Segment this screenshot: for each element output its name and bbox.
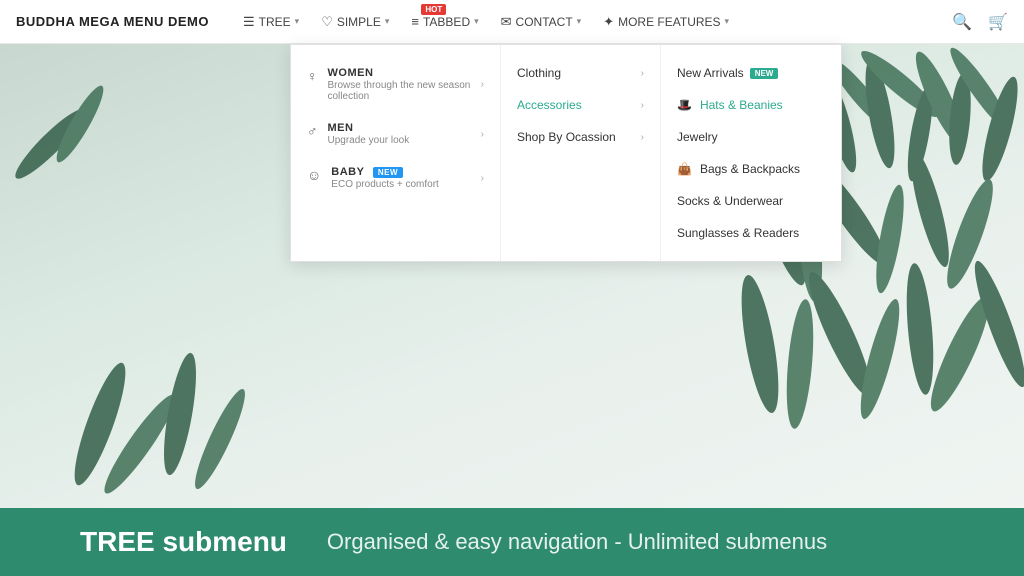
nav-more-label: MORE FEATURES (618, 15, 720, 29)
bag-icon: 👜 (677, 162, 692, 176)
nav-tabbed-label: TABBED (423, 15, 470, 29)
header: BUDDHA MEGA MENU DEMO ☰ TREE ▾ ♡ SIMPLE … (0, 0, 1024, 44)
third-item-socks[interactable]: Socks & Underwear (661, 185, 841, 217)
tree-item-baby[interactable]: ☺ BABY NEW ECO products + comfort › (291, 156, 500, 200)
third-item-jewelry[interactable]: Jewelry (661, 121, 841, 153)
heart-icon: ♡ (321, 14, 333, 30)
nav-item-contact[interactable]: ✉ CONTACT ▾ (491, 0, 592, 44)
accessories-label: Accessories (517, 98, 582, 112)
tree-item-women[interactable]: ♀ WOMEN Browse through the new season co… (291, 57, 500, 112)
contact-chevron: ▾ (577, 16, 582, 27)
tree-chevron: ▾ (295, 16, 300, 27)
third-item-sunglasses[interactable]: Sunglasses & Readers (661, 217, 841, 249)
women-arrow: › (481, 79, 484, 90)
tabbed-chevron: ▾ (474, 16, 479, 27)
women-title: WOMEN (328, 67, 471, 79)
tree-item-men[interactable]: ♂ MEN Upgrade your look › (291, 112, 500, 156)
third-item-new-arrivals[interactable]: New Arrivals NEW (661, 57, 841, 89)
nav-item-tree[interactable]: ☰ TREE ▾ (233, 0, 309, 44)
nav-contact-label: CONTACT (516, 15, 573, 29)
search-icon[interactable]: 🔍 (952, 12, 972, 32)
baby-sub: ECO products + comfort (331, 179, 439, 190)
baby-icon: ☺ (307, 167, 321, 183)
men-sub: Upgrade your look (328, 135, 410, 146)
bags-label: Bags & Backpacks (700, 162, 800, 176)
main-nav: ☰ TREE ▾ ♡ SIMPLE ▾ HOT ≡ TABBED ▾ ✉ CON… (233, 0, 952, 44)
tree-icon: ☰ (243, 14, 255, 30)
hat-icon: 🎩 (677, 98, 692, 112)
men-title: MEN (328, 122, 410, 134)
bottom-description: Organised & easy navigation - Unlimited … (327, 529, 827, 555)
nav-item-simple[interactable]: ♡ SIMPLE ▾ (311, 0, 399, 44)
baby-title: BABY NEW (331, 166, 439, 178)
hot-badge: HOT (421, 4, 446, 15)
shop-arrow: › (641, 132, 644, 143)
socks-label: Socks & Underwear (677, 194, 783, 208)
women-icon: ♀ (307, 68, 318, 84)
men-arrow: › (481, 129, 484, 140)
second-item-shop[interactable]: Shop By Ocassion › (501, 121, 660, 153)
header-right: 🔍 🛒 (952, 12, 1008, 32)
simple-chevron: ▾ (385, 16, 390, 27)
cart-icon[interactable]: 🛒 (988, 12, 1008, 32)
nav-simple-label: SIMPLE (337, 15, 381, 29)
new-arrivals-label: New Arrivals (677, 66, 744, 80)
second-item-accessories[interactable]: Accessories › (501, 89, 660, 121)
nav-item-tabbed[interactable]: HOT ≡ TABBED ▾ (401, 0, 488, 44)
more-chevron: ▾ (725, 16, 730, 27)
baby-content: BABY NEW ECO products + comfort (331, 166, 439, 190)
men-icon: ♂ (307, 123, 318, 139)
baby-arrow: › (481, 173, 484, 184)
nav-item-more[interactable]: ✦ MORE FEATURES ▾ (593, 0, 739, 44)
tree-level1-panel: ♀ WOMEN Browse through the new season co… (291, 45, 501, 261)
clothing-label: Clothing (517, 66, 561, 80)
tree-level2-panel: Clothing › Accessories › Shop By Ocassio… (501, 45, 661, 261)
shop-label: Shop By Ocassion (517, 130, 616, 144)
baby-badge: NEW (373, 167, 403, 178)
accessories-arrow: › (641, 100, 644, 111)
bottom-bar: TREE submenu Organised & easy navigation… (0, 508, 1024, 576)
third-item-bags[interactable]: 👜 Bags & Backpacks (661, 153, 841, 185)
sunglasses-label: Sunglasses & Readers (677, 226, 799, 240)
hats-label: Hats & Beanies (700, 98, 783, 112)
third-item-hats[interactable]: 🎩 Hats & Beanies (661, 89, 841, 121)
tabbed-icon: ≡ (411, 14, 419, 29)
tree-level3-panel: New Arrivals NEW 🎩 Hats & Beanies Jewelr… (661, 45, 841, 261)
women-content: WOMEN Browse through the new season coll… (328, 67, 471, 102)
women-sub: Browse through the new season collection (328, 80, 471, 102)
new-arrivals-badge: NEW (750, 68, 779, 79)
clothing-arrow: › (641, 68, 644, 79)
tree-dropdown: ♀ WOMEN Browse through the new season co… (290, 44, 842, 262)
bottom-title: TREE submenu (80, 526, 287, 558)
star-icon: ✦ (603, 14, 614, 30)
second-item-clothing[interactable]: Clothing › (501, 57, 660, 89)
nav-tree-label: TREE (259, 15, 291, 29)
men-content: MEN Upgrade your look (328, 122, 410, 146)
jewelry-label: Jewelry (677, 130, 718, 144)
logo: BUDDHA MEGA MENU DEMO (16, 14, 209, 29)
email-icon: ✉ (501, 14, 512, 30)
